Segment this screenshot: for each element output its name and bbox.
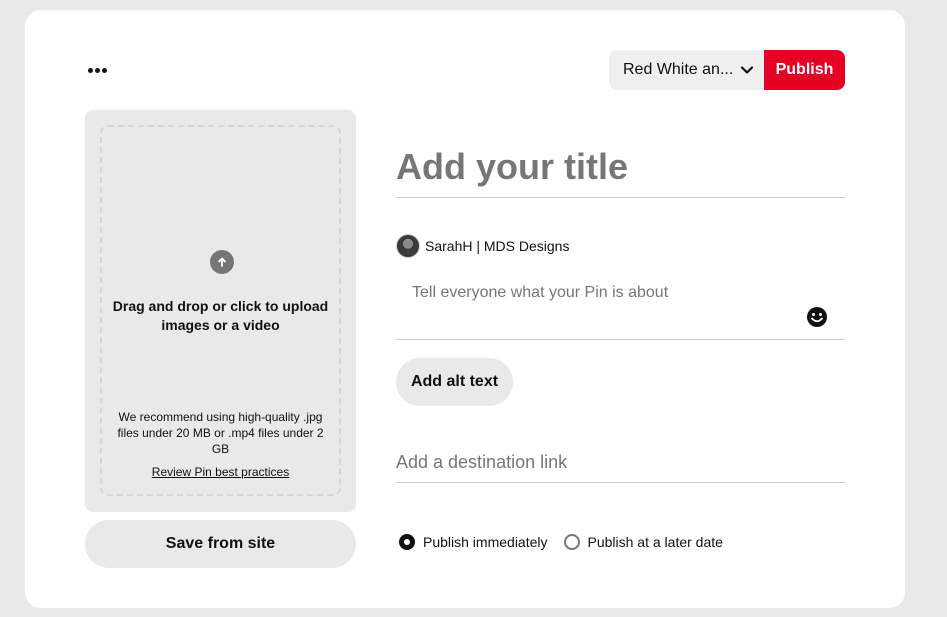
- publish-later-option[interactable]: Publish at a later date: [563, 534, 723, 550]
- add-alt-text-button[interactable]: Add alt text: [396, 358, 513, 406]
- upload-instructions: Drag and drop or click to upload images …: [112, 298, 329, 333]
- author-info: SarahH | MDS Designs: [396, 234, 569, 258]
- chevron-down-icon: [740, 66, 754, 74]
- save-from-site-button[interactable]: Save from site: [85, 520, 356, 568]
- radio-checked-icon[interactable]: [399, 534, 415, 550]
- author-name: SarahH | MDS Designs: [425, 238, 570, 254]
- description-input[interactable]: Tell everyone what your Pin is about: [396, 272, 845, 340]
- create-pin-card: Red White an... Publish Drag and drop or…: [25, 10, 905, 608]
- destination-link-input[interactable]: Add a destination link: [396, 446, 845, 483]
- radio-unchecked-icon[interactable]: [563, 534, 580, 550]
- description-placeholder: Tell everyone what your Pin is about: [412, 284, 669, 301]
- avatar: [396, 234, 420, 258]
- publish-later-label: Publish at a later date: [587, 534, 723, 550]
- board-select-label: Red White an...: [623, 61, 733, 78]
- emoji-smile-icon[interactable]: [806, 306, 828, 328]
- upload-panel: Drag and drop or click to upload images …: [85, 110, 356, 512]
- title-input[interactable]: Add your title: [396, 142, 845, 198]
- publish-options: Publish immediately Publish at a later d…: [399, 534, 739, 550]
- upload-arrow-icon: [210, 250, 234, 274]
- upload-dropzone[interactable]: Drag and drop or click to upload images …: [100, 125, 341, 496]
- publish-immediately-label: Publish immediately: [423, 534, 548, 550]
- upload-recommendation: We recommend using high-quality .jpg fil…: [117, 410, 324, 456]
- more-options-button[interactable]: [85, 60, 109, 80]
- publish-button[interactable]: Publish: [764, 50, 845, 90]
- more-horizontal-icon: [87, 67, 107, 73]
- board-select-dropdown[interactable]: Red White an...: [609, 50, 764, 90]
- publish-immediately-option[interactable]: Publish immediately: [399, 534, 548, 550]
- review-best-practices-link[interactable]: Review Pin best practices: [102, 465, 339, 479]
